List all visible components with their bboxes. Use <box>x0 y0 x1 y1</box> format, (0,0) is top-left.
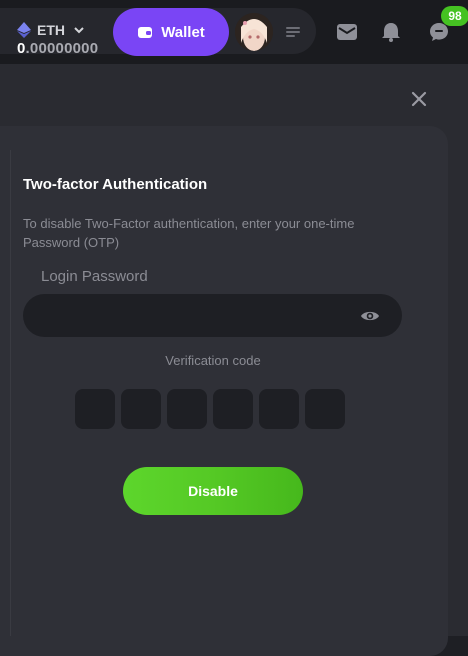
balance-decimals: .00000000 <box>25 40 99 57</box>
verification-label: Verification code <box>165 353 261 368</box>
code-digit-3[interactable] <box>167 389 207 429</box>
wallet-label: Wallet <box>161 23 205 41</box>
avatar-image <box>235 13 273 51</box>
description-text: To disable Two-Factor authentication, en… <box>23 216 355 250</box>
top-bar: ETH 0.00000000 Wallet 98 <box>0 0 468 64</box>
disable-button[interactable]: Disable <box>123 467 303 515</box>
bell-icon[interactable] <box>380 21 402 43</box>
currency-selector[interactable]: ETH <box>17 22 85 38</box>
close-icon[interactable] <box>408 88 430 110</box>
mail-icon[interactable] <box>336 21 358 43</box>
code-digit-2[interactable] <box>121 389 161 429</box>
code-digit-4[interactable] <box>213 389 253 429</box>
avatar[interactable] <box>235 13 273 51</box>
chevron-down-icon <box>74 27 84 34</box>
verification-code-input <box>75 389 345 429</box>
balance-amount: 0.00000000 <box>17 40 98 57</box>
password-field[interactable] <box>23 294 402 337</box>
chat-unread-badge: 98 <box>441 6 468 26</box>
currency-label: ETH <box>37 22 65 38</box>
code-digit-1[interactable] <box>75 389 115 429</box>
menu-list-icon[interactable] <box>284 23 302 41</box>
password-label: Login Password <box>41 268 148 285</box>
code-digit-5[interactable] <box>259 389 299 429</box>
code-digit-6[interactable] <box>305 389 345 429</box>
panel-divider <box>10 150 11 636</box>
wallet-button[interactable]: Wallet <box>113 8 229 56</box>
eye-icon[interactable] <box>360 307 380 325</box>
ethereum-icon <box>17 22 31 38</box>
wallet-icon <box>138 27 153 38</box>
page-title: Two-factor Authentication <box>23 176 208 193</box>
balance-integer: 0 <box>17 40 26 57</box>
